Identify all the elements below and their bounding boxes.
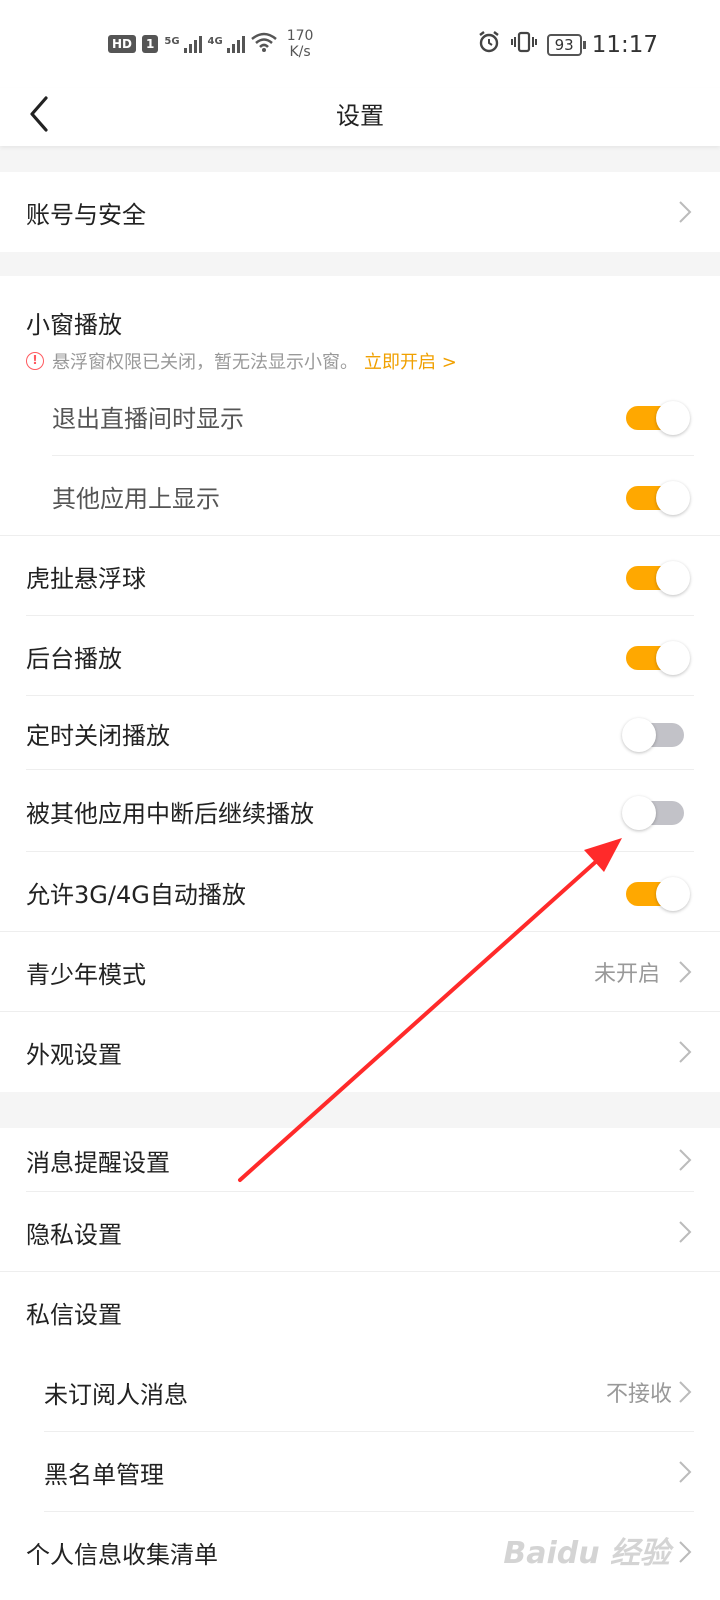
playback-section: 小窗播放 ! 悬浮窗权限已关闭，暂无法显示小窗。 立即开启 > 退出直播间时显示… xyxy=(0,276,720,1092)
alarm-icon xyxy=(477,30,501,60)
signal-4g-icon: 4G xyxy=(208,35,245,53)
resume-after-interrupt-item: 被其他应用中断后继续播放 xyxy=(0,770,720,852)
status-bar: HD 1 5G 4G 170 K/s 93 11:17 xyxy=(0,0,720,88)
wifi-icon xyxy=(250,32,277,56)
exit-live-show-item: 退出直播间时显示 xyxy=(0,376,720,456)
resume-after-interrupt-toggle[interactable] xyxy=(622,796,686,830)
dm-settings-title: 私信设置 xyxy=(26,1300,122,1329)
warning-icon: ! xyxy=(26,352,44,370)
net-speed: 170 K/s xyxy=(286,28,314,60)
notification-settings-label: 消息提醒设置 xyxy=(26,1148,170,1177)
exit-live-show-label: 退出直播间时显示 xyxy=(52,404,244,433)
appearance-label: 外观设置 xyxy=(26,1040,122,1069)
status-right: 93 11:17 xyxy=(477,30,658,60)
battery-indicator: 93 xyxy=(546,34,586,56)
nav-header: 设置 xyxy=(0,88,720,146)
blacklist-label: 黑名单管理 xyxy=(44,1460,164,1489)
resume-after-interrupt-label: 被其他应用中断后继续播放 xyxy=(26,799,314,828)
unsubscribed-messages-value: 不接收 xyxy=(605,1382,672,1407)
exit-live-show-toggle[interactable] xyxy=(622,401,690,435)
status-left: HD 1 5G 4G 170 K/s xyxy=(108,28,313,60)
unsubscribed-messages-item[interactable]: 未订阅人消息 不接收 xyxy=(0,1352,720,1432)
mini-window-title: 小窗播放 xyxy=(26,311,122,339)
privacy-settings-item[interactable]: 隐私设置 xyxy=(0,1192,720,1272)
vibrate-icon xyxy=(510,30,537,60)
floating-permission-notice: ! 悬浮窗权限已关闭，暂无法显示小窗。 立即开启 > xyxy=(0,346,720,376)
notice-text: 悬浮窗权限已关闭，暂无法显示小窗。 xyxy=(52,352,358,373)
dm-settings-header: 私信设置 xyxy=(0,1272,720,1352)
privacy-settings-label: 隐私设置 xyxy=(26,1220,122,1249)
youth-mode-value: 未开启 xyxy=(593,962,660,987)
unsubscribed-messages-label: 未订阅人消息 xyxy=(44,1380,188,1409)
mini-window-header: 小窗播放 xyxy=(0,276,720,346)
other-apps-show-toggle[interactable] xyxy=(622,481,690,515)
chevron-right-icon xyxy=(676,1219,694,1245)
mobile-autoplay-item: 允许3G/4G自动播放 xyxy=(0,852,720,932)
chevron-right-icon xyxy=(676,959,694,985)
float-ball-item: 虎扯悬浮球 xyxy=(0,536,720,616)
clock: 11:17 xyxy=(591,32,658,58)
personal-info-list-label: 个人信息收集清单 xyxy=(26,1540,218,1569)
account-security-item[interactable]: 账号与安全 xyxy=(0,172,720,252)
chevron-right-icon xyxy=(676,199,694,225)
appearance-item[interactable]: 外观设置 xyxy=(0,1012,720,1092)
other-apps-show-item: 其他应用上显示 xyxy=(0,456,720,536)
account-security-label: 账号与安全 xyxy=(26,200,146,229)
youth-mode-label: 青少年模式 xyxy=(26,960,146,989)
back-button[interactable] xyxy=(22,92,62,136)
chevron-right-icon xyxy=(676,1147,694,1173)
mobile-autoplay-toggle[interactable] xyxy=(622,877,690,911)
background-play-label: 后台播放 xyxy=(26,644,122,673)
enable-now-link[interactable]: 立即开启 > xyxy=(364,348,457,374)
page-title: 设置 xyxy=(336,102,384,130)
timer-close-label: 定时关闭播放 xyxy=(26,721,170,750)
chevron-left-icon xyxy=(22,96,62,140)
notification-settings-item[interactable]: 消息提醒设置 xyxy=(0,1128,720,1192)
chevron-right-icon xyxy=(676,1539,694,1565)
float-ball-label: 虎扯悬浮球 xyxy=(26,564,146,593)
mobile-autoplay-label: 允许3G/4G自动播放 xyxy=(26,880,246,909)
timer-close-toggle[interactable] xyxy=(622,718,686,752)
signal-5g-icon: 5G xyxy=(164,35,202,53)
background-play-toggle[interactable] xyxy=(622,641,690,675)
sim-badge: 1 xyxy=(142,35,159,53)
background-play-item: 后台播放 xyxy=(0,616,720,696)
chevron-right-icon xyxy=(676,1039,694,1065)
account-section: 账号与安全 xyxy=(0,172,720,252)
other-apps-show-label: 其他应用上显示 xyxy=(52,484,220,513)
float-ball-toggle[interactable] xyxy=(622,561,690,595)
hd-badge: HD xyxy=(108,35,137,53)
chevron-right-icon xyxy=(676,1459,694,1485)
timer-close-item: 定时关闭播放 xyxy=(0,696,720,770)
baidu-watermark: Baidu 经验 xyxy=(503,1536,670,1571)
youth-mode-item[interactable]: 青少年模式 未开启 xyxy=(0,932,720,1012)
chevron-right-icon xyxy=(676,1379,694,1405)
blacklist-item[interactable]: 黑名单管理 xyxy=(0,1432,720,1512)
